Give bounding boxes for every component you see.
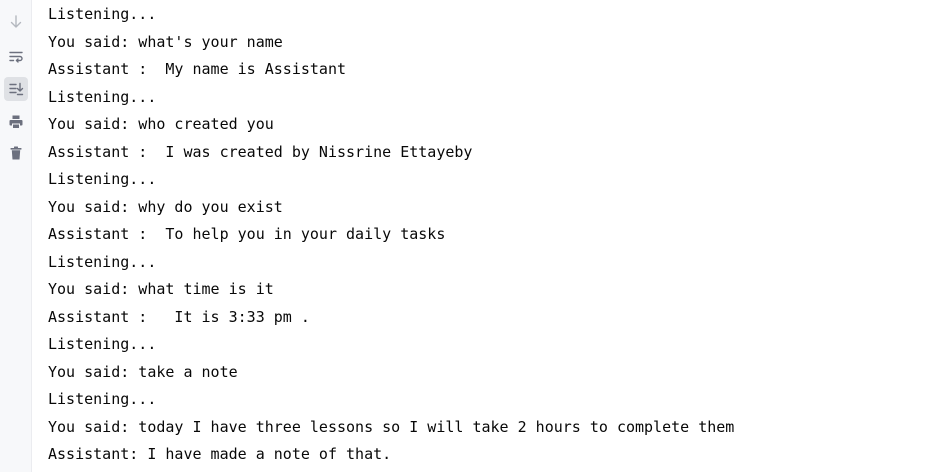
print-icon xyxy=(9,115,23,129)
soft-wrap-icon xyxy=(9,51,23,63)
console-toolbar xyxy=(0,0,32,472)
scroll-to-end-icon xyxy=(9,82,24,96)
console-line: Listening... xyxy=(48,335,157,353)
console-output: Listening... You said: what's your name … xyxy=(48,1,734,469)
arrow-down-icon xyxy=(10,15,22,28)
console-line: You said: who created you xyxy=(48,115,274,133)
print-button[interactable] xyxy=(4,110,28,134)
console-line: You said: why do you exist xyxy=(48,197,283,216)
clear-all-button[interactable] xyxy=(4,141,28,165)
console-line: Assistant: I have made a note of that. xyxy=(48,445,392,463)
console-line: Listening... xyxy=(48,170,157,188)
scroll-down-button[interactable] xyxy=(4,10,28,34)
console-line: Listening... xyxy=(48,252,157,271)
console-output-area[interactable]: Listening... You said: what's your name … xyxy=(32,0,932,472)
console-line: You said: what time is it xyxy=(48,280,274,298)
run-console-window: Listening... You said: what's your name … xyxy=(0,0,932,472)
console-line: Assistant : It is 3:33 pm . xyxy=(48,307,310,326)
soft-wrap-button[interactable] xyxy=(4,45,28,69)
trash-icon xyxy=(10,146,22,160)
console-line: Listening... xyxy=(48,5,157,23)
console-line: You said: what's your name xyxy=(48,32,283,51)
console-line: Assistant : My name is Assistant xyxy=(48,60,347,78)
console-line: You said: today I have three lessons so … xyxy=(48,417,735,436)
console-line: Assistant : To help you in your daily ta… xyxy=(48,225,446,243)
scroll-to-end-button[interactable] xyxy=(4,77,28,101)
console-line: Listening... xyxy=(48,87,157,106)
console-line: Listening... xyxy=(48,390,157,408)
console-line: You said: take a note xyxy=(48,362,238,381)
console-line: Assistant : I was created by Nissrine Et… xyxy=(48,142,473,161)
